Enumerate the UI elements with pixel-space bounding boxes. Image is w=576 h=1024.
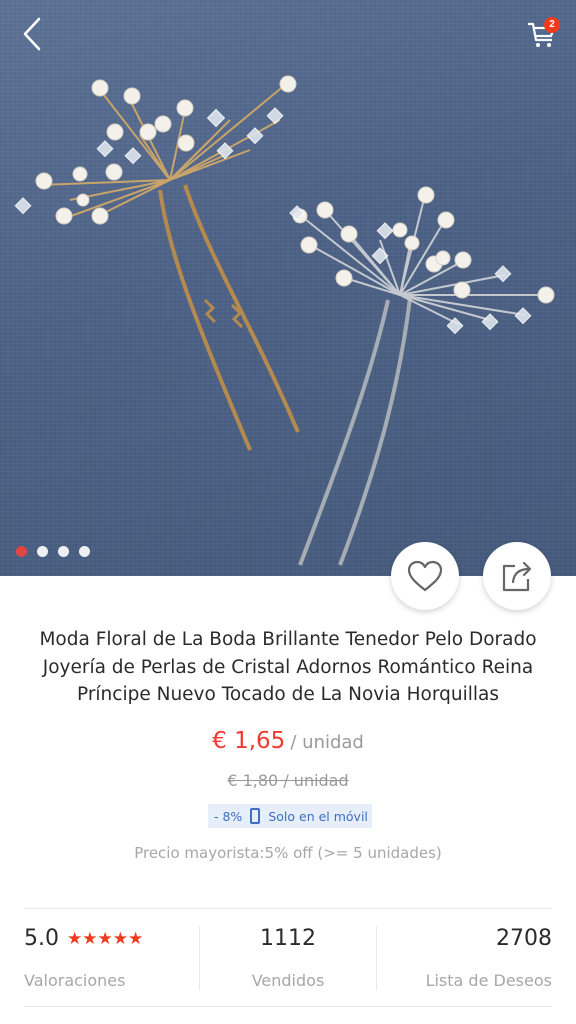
pagination-dot[interactable]: [79, 546, 90, 557]
rating-stat[interactable]: 5.0 ★★★★★ Valoraciones: [24, 926, 199, 990]
wishlist-stat: 2708 Lista de Deseos: [377, 926, 552, 990]
rating-value: 5.0: [24, 926, 59, 951]
back-button[interactable]: [12, 14, 52, 54]
divider: [24, 908, 552, 909]
mobile-discount-badge: - 8% Solo en el móvil: [208, 804, 372, 828]
product-stats: 5.0 ★★★★★ Valoraciones 1112 Vendidos 270…: [24, 926, 552, 990]
star-rating-icon: ★★★★★: [67, 928, 144, 949]
gallery-pagination: [16, 546, 90, 557]
price-unit: / unidad: [290, 732, 364, 753]
wishlist-label: Lista de Deseos: [425, 971, 552, 990]
share-icon: [502, 561, 532, 592]
wishlist-button[interactable]: [391, 542, 459, 610]
sold-count: 1112: [259, 926, 316, 951]
product-title: Moda Floral de La Boda Brillante Tenedor…: [39, 629, 537, 705]
share-button[interactable]: [483, 542, 551, 610]
price-row: € 1,65 / unidad: [0, 728, 576, 754]
cart-count-badge: 2: [544, 17, 560, 33]
product-image-gallery[interactable]: 2: [0, 0, 576, 576]
chevron-left-icon: [23, 17, 41, 51]
mobile-phone-icon: [250, 808, 261, 824]
rating-label: Valoraciones: [24, 971, 126, 990]
sold-stat: 1112 Vendidos: [199, 926, 377, 990]
cart-button[interactable]: 2: [522, 14, 562, 54]
original-price: € 1,80 / unidad: [227, 771, 349, 790]
product-photo: [14, 75, 555, 566]
divider: [24, 1006, 552, 1007]
silver-hairpin: [298, 194, 545, 566]
discount-percent: - 8%: [214, 808, 243, 824]
pagination-dot-active[interactable]: [16, 546, 27, 557]
pearls: [35, 75, 555, 304]
heart-icon: [407, 560, 443, 592]
pagination-dot[interactable]: [37, 546, 48, 557]
wholesale-price-info: Precio mayorista:5% off (>= 5 unidades): [134, 844, 442, 862]
mobile-only-label: Solo en el móvil: [268, 808, 368, 824]
current-price: € 1,65: [212, 728, 286, 754]
wishlist-count: 2708: [495, 926, 552, 951]
pagination-dot[interactable]: [58, 546, 69, 557]
sold-label: Vendidos: [251, 971, 325, 990]
